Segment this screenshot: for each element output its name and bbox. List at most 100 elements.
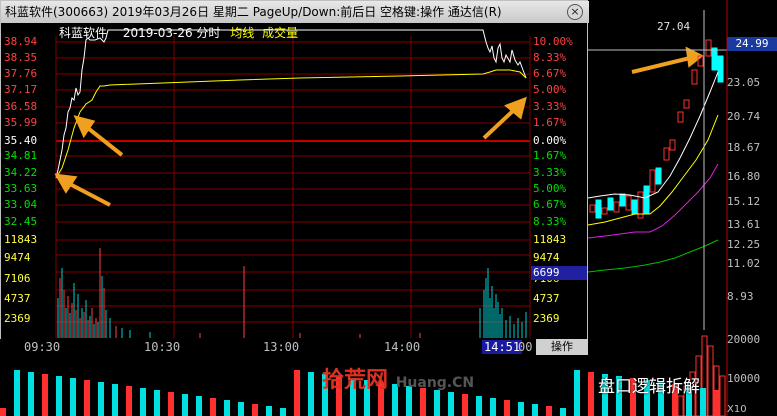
price-tick-label: 33.63	[4, 182, 38, 195]
current-price-box: 24.99	[727, 37, 777, 51]
bottom-volume-bar	[84, 380, 90, 416]
candle	[705, 39, 712, 57]
candle	[711, 47, 718, 71]
watermark-en: Huang.CN	[395, 375, 475, 391]
avg-line-label: 均线	[230, 26, 255, 40]
operation-tab[interactable]: 操作	[536, 339, 588, 355]
daily-price-tick-label: 23.05	[727, 76, 761, 89]
time-label: 10:30	[144, 340, 181, 354]
stock-name: 科蓝软件	[59, 26, 108, 40]
intraday-panel: 科蓝软件(300663) 2019年03月26日 星期二 PageUp/Down…	[0, 0, 589, 355]
volume-tick-label: 2369	[4, 312, 31, 325]
percent-tick-label: 10.00%	[533, 35, 573, 48]
candle	[649, 169, 656, 193]
time-axis: 09:30 10:30 13:00 14:00 14:51 00	[0, 339, 588, 355]
volume-label: 成交量	[262, 26, 299, 40]
daily-price-tick-label: 11.02	[727, 257, 761, 270]
candle	[619, 193, 626, 207]
daily-volume-bar	[677, 395, 684, 416]
daily-price-tick-label: 15.12	[727, 195, 761, 208]
candle	[601, 207, 608, 215]
brand-label: 盘口逻辑拆解	[598, 377, 700, 397]
volume-tick-label: 4737	[4, 292, 31, 305]
bottom-volume-bar	[224, 400, 230, 416]
bottom-volume-bar	[70, 378, 76, 416]
chart-info-line: 科蓝软件 2019-03-26 分时 均线 成交量	[59, 24, 298, 41]
candle	[613, 201, 620, 213]
bottom-volume-bar	[504, 400, 510, 416]
bottom-volume-bar	[98, 382, 104, 416]
price-tick-label: 37.76	[4, 67, 38, 80]
percent-tick-label: 0.00%	[533, 134, 567, 147]
daily-price-tick-label: 8.93	[727, 290, 754, 303]
candle	[691, 69, 698, 85]
price-tick-label: 38.35	[4, 51, 38, 64]
percent-tick-label: 1.67%	[533, 116, 567, 129]
bottom-volume-bar	[546, 406, 552, 416]
price-tick-label: 34.22	[4, 166, 38, 179]
time-label: 09:30	[24, 340, 61, 354]
candle	[677, 111, 684, 123]
time-label: 13:00	[263, 340, 300, 354]
daily-volume-bar	[719, 375, 726, 416]
percent-tick-label: 5.00%	[533, 182, 567, 195]
bottom-volume-bar	[294, 370, 300, 416]
price-tick-label: 35.99	[4, 116, 38, 129]
bottom-volume-bar	[588, 372, 594, 416]
bottom-volume-bar	[518, 402, 524, 416]
price-tick-label: 33.04	[4, 198, 38, 211]
bottom-volume-bar	[42, 374, 48, 416]
percent-tick-label: 8.33%	[533, 215, 567, 228]
percent-tick-label: 1.67%	[533, 149, 567, 162]
candle	[669, 139, 676, 151]
candle	[717, 55, 724, 83]
bottom-volume-bar	[252, 404, 258, 416]
daily-volume-label: 20000	[727, 333, 761, 346]
volume-multiplier: X10	[727, 404, 747, 415]
close-button[interactable]: ×	[567, 4, 583, 20]
bottom-volume-bar	[126, 386, 132, 416]
candle	[643, 185, 650, 215]
price-tick-label: 32.45	[4, 215, 38, 228]
bottom-volume-bar	[168, 392, 174, 416]
price-tick-label: 34.81	[4, 149, 38, 162]
end-time: 00	[518, 340, 533, 354]
volume-tick-label: 7106	[4, 272, 31, 285]
volume-tick-label: 2369	[533, 312, 560, 325]
daily-price-tick-label: 13.61	[727, 218, 761, 231]
volume-tick-label: 9474	[4, 251, 31, 264]
bottom-volume-bar	[210, 398, 216, 416]
daily-price-tick-label: 16.80	[727, 170, 761, 183]
bottom-volume-bar	[238, 402, 244, 416]
volume-tick-label: 11843	[4, 233, 38, 246]
percent-tick-label: 8.33%	[533, 51, 567, 64]
bottom-volume-bar	[574, 370, 580, 416]
bottom-volume-bar	[14, 370, 20, 416]
bottom-volume-bar	[714, 390, 720, 416]
bottom-volume-bar	[700, 388, 706, 416]
candle	[589, 204, 596, 213]
volume-tick-label: 11843	[533, 233, 567, 246]
bottom-volume-bar	[0, 408, 6, 416]
price-tick-label: 37.17	[4, 83, 38, 96]
watermark-logo: 拾荒网 Huang.CN	[322, 362, 474, 394]
percent-tick-label: 5.00%	[533, 83, 567, 96]
bottom-volume-bar	[266, 406, 272, 416]
time-label: 14:00	[384, 340, 421, 354]
date-label: 2019-03-26 分时	[122, 26, 221, 40]
candle	[663, 147, 670, 161]
candle	[655, 167, 662, 185]
percent-tick-label: 6.67%	[533, 67, 567, 80]
bottom-volume-bar	[140, 388, 146, 416]
bottom-volume-bar	[182, 394, 188, 416]
bottom-volume-bar	[308, 372, 314, 416]
price-tick-label: 38.94	[4, 35, 38, 48]
candle	[595, 199, 602, 219]
price-tick-label: 36.58	[4, 100, 38, 113]
ma-line-green	[587, 239, 719, 273]
bottom-volume-bar	[560, 408, 566, 416]
daily-volume-label: 10000	[727, 372, 761, 385]
candle	[625, 195, 632, 211]
candle	[631, 199, 638, 215]
window-title-bar: 科蓝软件(300663) 2019年03月26日 星期二 PageUp/Down…	[1, 1, 589, 23]
